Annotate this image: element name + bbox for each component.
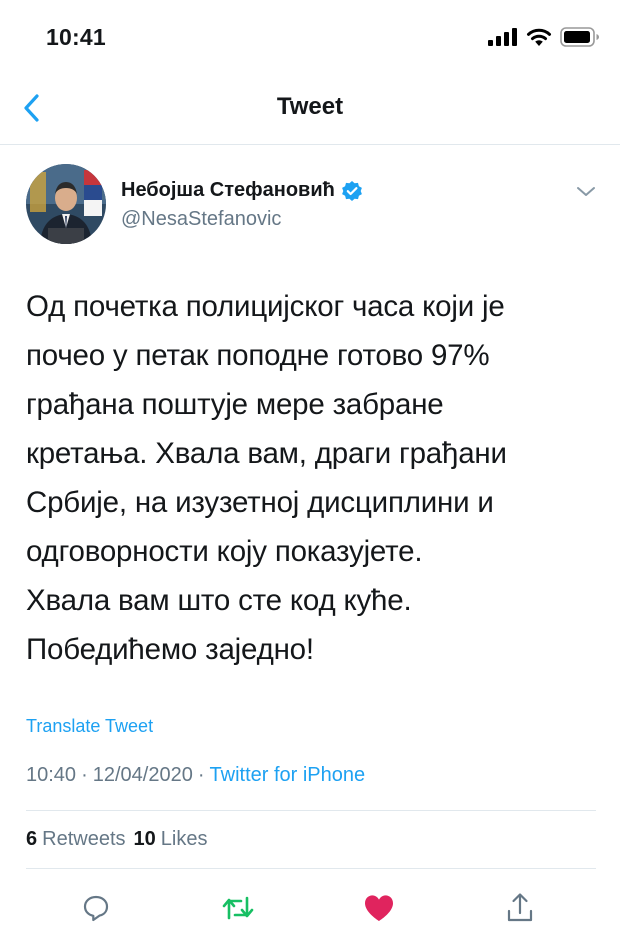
tweet-author: Небојша Стефановић @NesaStefanovic <box>0 160 620 250</box>
retweet-icon <box>222 896 254 920</box>
tweet-source-link[interactable]: Twitter for iPhone <box>210 764 366 787</box>
cellular-signal-icon <box>488 28 517 46</box>
status-bar: 10:41 <box>0 0 620 72</box>
meta-separator: · <box>81 764 88 786</box>
tweet-time: 10:40 <box>26 764 77 786</box>
tweet-stats: 6 Retweets 10 Likes <box>26 828 207 851</box>
likes-count: 10 <box>133 828 156 850</box>
page-title: Tweet <box>276 93 344 120</box>
share-icon <box>507 893 533 922</box>
status-time: 10:41 <box>46 24 106 50</box>
meta-separator: · <box>197 764 205 786</box>
avatar-image <box>26 164 106 244</box>
tweet-detail-screen: 10:41 Tweet Небојша Стефановић @NesaStef… <box>0 0 620 941</box>
chevron-down-icon <box>577 187 595 196</box>
nav-bar: Tweet <box>0 72 620 145</box>
tweet-meta: 10:40 · 12/04/2020 · Twitter for iPhone <box>26 764 365 787</box>
tweet-options-button[interactable] <box>574 180 598 204</box>
retweets-label: Retweets <box>42 828 126 850</box>
retweets-count: 6 <box>26 828 38 850</box>
divider <box>26 810 596 811</box>
translate-tweet-link[interactable]: Translate Tweet <box>26 716 153 737</box>
share-button[interactable] <box>500 888 540 928</box>
tweet-text: Од почетка полицијског часа који је поче… <box>26 290 507 666</box>
author-name[interactable]: Небојша Стефановић <box>121 179 335 202</box>
tweet-date: 12/04/2020 <box>92 764 193 786</box>
avatar[interactable] <box>26 164 106 244</box>
heart-icon <box>365 895 393 921</box>
divider <box>26 868 596 869</box>
battery-icon <box>560 27 599 47</box>
verified-badge-icon <box>341 180 362 201</box>
wifi-icon <box>527 28 551 46</box>
tweet-actions <box>0 888 620 928</box>
author-name-row: Небојша Стефановић <box>121 179 363 202</box>
retweets-stat[interactable]: 6 Retweets <box>26 828 126 851</box>
like-button[interactable] <box>359 888 399 928</box>
status-icons <box>488 27 600 47</box>
author-handle[interactable]: @NesaStefanovic <box>121 208 281 231</box>
likes-stat[interactable]: 10 Likes <box>134 828 208 851</box>
reply-button[interactable] <box>76 888 116 928</box>
reply-icon <box>83 895 109 922</box>
retweet-button[interactable] <box>218 888 258 928</box>
likes-label: Likes <box>160 828 208 850</box>
